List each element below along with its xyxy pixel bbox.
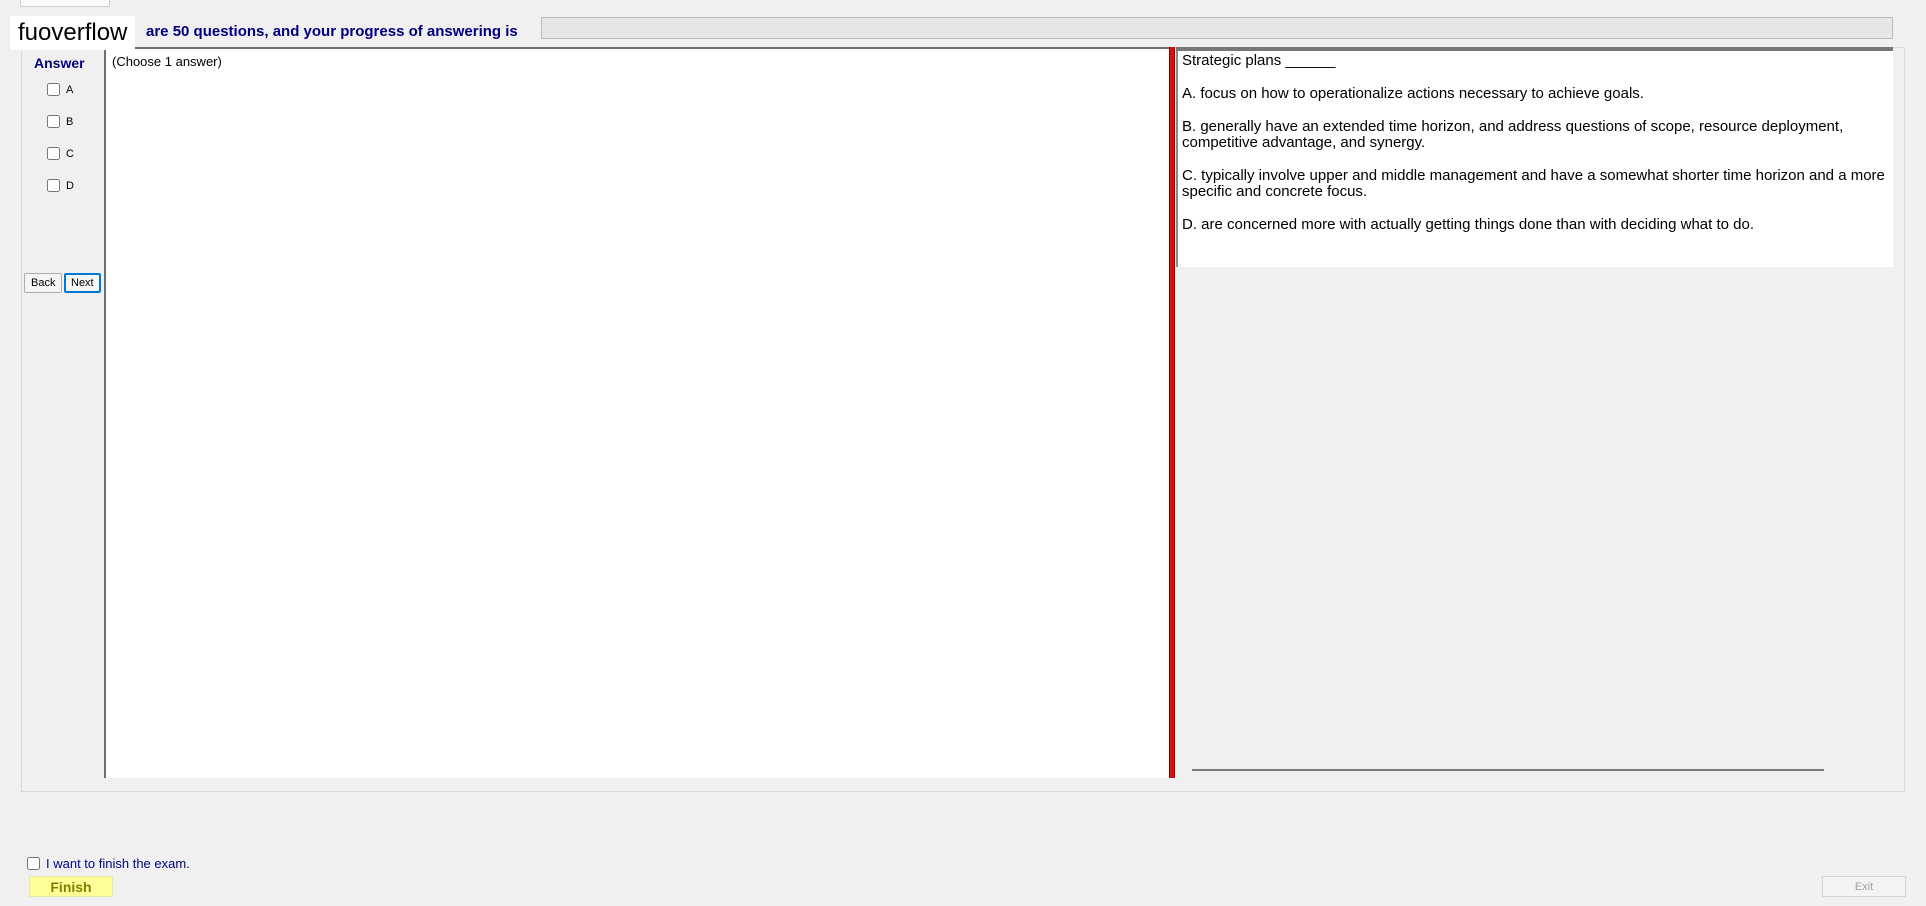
answer-option-d-label: D xyxy=(66,179,74,192)
answer-checkbox-a[interactable] xyxy=(47,83,60,96)
window-tab xyxy=(20,0,110,7)
question-choice-b: B. generally have an extended time horiz… xyxy=(1182,118,1844,151)
finish-exam-label: I want to finish the exam. xyxy=(46,856,190,871)
answer-option-c-label: C xyxy=(66,147,74,160)
answer-work-pane: (Choose 1 answer) xyxy=(104,47,1169,778)
answer-option-b[interactable]: B xyxy=(47,115,73,128)
question-pane: Strategic plans ______ A. focus on how t… xyxy=(1176,47,1893,776)
answer-option-c[interactable]: C xyxy=(47,147,74,160)
answer-checkbox-b[interactable] xyxy=(47,115,60,128)
answer-option-b-label: B xyxy=(66,115,74,128)
answer-option-a-label: A xyxy=(66,83,74,96)
finish-exam-check[interactable]: I want to finish the exam. xyxy=(27,856,190,871)
next-button[interactable]: Next xyxy=(64,273,101,293)
choose-instruction: (Choose 1 answer) xyxy=(112,54,222,69)
watermark-logo: fuoverflow xyxy=(10,16,136,50)
answer-checkbox-d[interactable] xyxy=(47,179,60,192)
exit-button[interactable]: Exit xyxy=(1822,876,1906,897)
answer-checkbox-c[interactable] xyxy=(47,147,60,160)
answer-title: Answer xyxy=(34,55,85,71)
question-choice-c: C. typically involve upper and middle ma… xyxy=(1182,167,1885,200)
question-text-box: Strategic plans ______ A. focus on how t… xyxy=(1176,51,1893,267)
pane-splitter[interactable] xyxy=(1169,47,1175,778)
finish-exam-checkbox[interactable] xyxy=(27,857,40,870)
finish-button[interactable]: Finish xyxy=(29,876,113,897)
progress-label: are 50 questions, and your progress of a… xyxy=(146,23,518,40)
answer-option-d[interactable]: D xyxy=(47,179,74,192)
question-stem: Strategic plans ______ xyxy=(1182,52,1336,69)
question-choice-a: A. focus on how to operationalize action… xyxy=(1182,85,1644,102)
horizontal-scrollbar[interactable] xyxy=(1192,769,1824,771)
question-choice-d: D. are concerned more with actually gett… xyxy=(1182,216,1755,233)
progress-bar xyxy=(541,17,1893,39)
answer-option-a[interactable]: A xyxy=(47,83,73,96)
back-button[interactable]: Back xyxy=(24,273,63,293)
